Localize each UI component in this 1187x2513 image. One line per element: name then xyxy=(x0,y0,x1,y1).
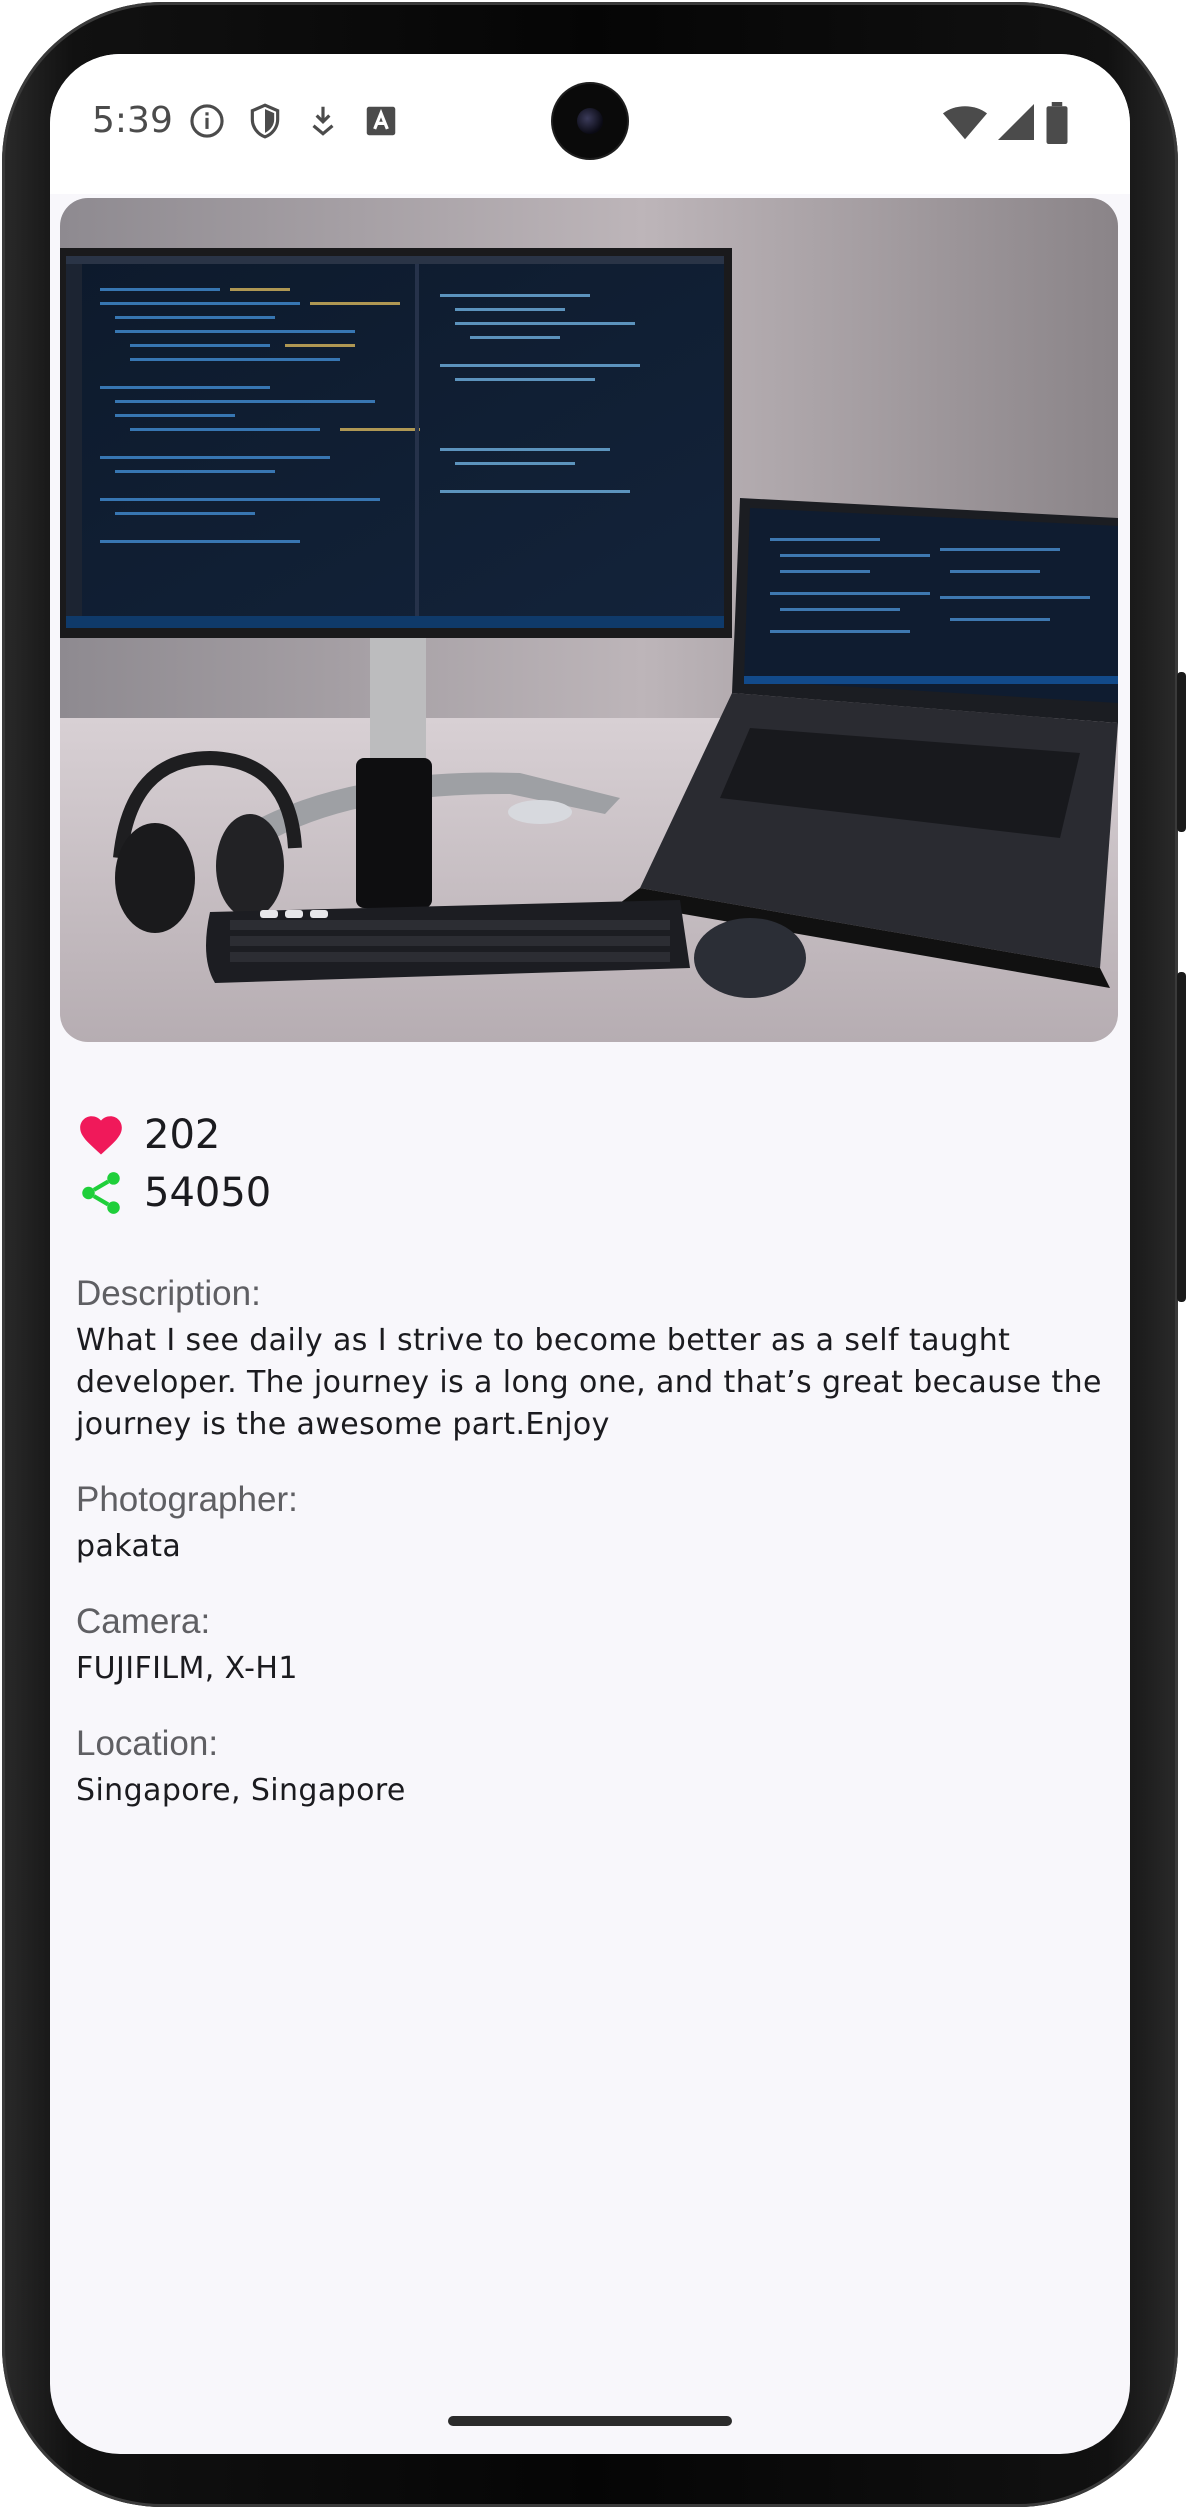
font-a-icon xyxy=(366,106,396,136)
power-button xyxy=(1177,972,1186,1302)
photo-details: Description: What I see daily as I striv… xyxy=(76,1274,1106,1846)
stats: 202 54050 xyxy=(76,1106,271,1222)
photo-illustration xyxy=(60,198,1118,1042)
likes-count: 202 xyxy=(144,1112,221,1158)
volume-button xyxy=(1177,672,1186,832)
status-time: 5:39 xyxy=(92,100,173,141)
battery-icon xyxy=(1046,102,1068,144)
likes-row[interactable]: 202 xyxy=(76,1106,271,1164)
photographer-block: Photographer: pakata xyxy=(76,1480,1106,1568)
shares-row[interactable]: 54050 xyxy=(76,1164,271,1222)
share-icon[interactable] xyxy=(76,1168,126,1218)
phone-frame: 5:39 202 54050 Description: What I see d… xyxy=(0,0,1187,2513)
front-camera xyxy=(553,84,627,158)
location-label: Location: xyxy=(76,1724,219,1763)
photographer-label: Photographer: xyxy=(76,1480,298,1519)
heart-icon[interactable] xyxy=(76,1110,126,1160)
description-label: Description: xyxy=(76,1274,261,1313)
location-value: Singapore, Singapore xyxy=(76,1773,406,1808)
home-indicator[interactable] xyxy=(448,2416,732,2426)
download-icon xyxy=(312,106,334,136)
description-block: Description: What I see daily as I striv… xyxy=(76,1274,1106,1446)
shield-icon xyxy=(250,103,280,139)
camera-block: Camera: FUJIFILM, X-H1 xyxy=(76,1602,1106,1690)
status-bar: 5:39 xyxy=(50,54,1130,194)
info-icon xyxy=(190,104,224,138)
signal-icon xyxy=(998,104,1034,140)
wifi-icon xyxy=(942,106,988,140)
description-text: What I see daily as I strive to become b… xyxy=(76,1323,1102,1442)
screen: 5:39 202 54050 Description: What I see d… xyxy=(50,54,1130,2454)
location-block: Location: Singapore, Singapore xyxy=(76,1724,1106,1812)
camera-value: FUJIFILM, X-H1 xyxy=(76,1651,298,1686)
photographer-value: pakata xyxy=(76,1529,182,1564)
desk-setup-image[interactable] xyxy=(60,198,1118,1042)
camera-label: Camera: xyxy=(76,1602,211,1641)
shares-count: 54050 xyxy=(144,1170,272,1216)
